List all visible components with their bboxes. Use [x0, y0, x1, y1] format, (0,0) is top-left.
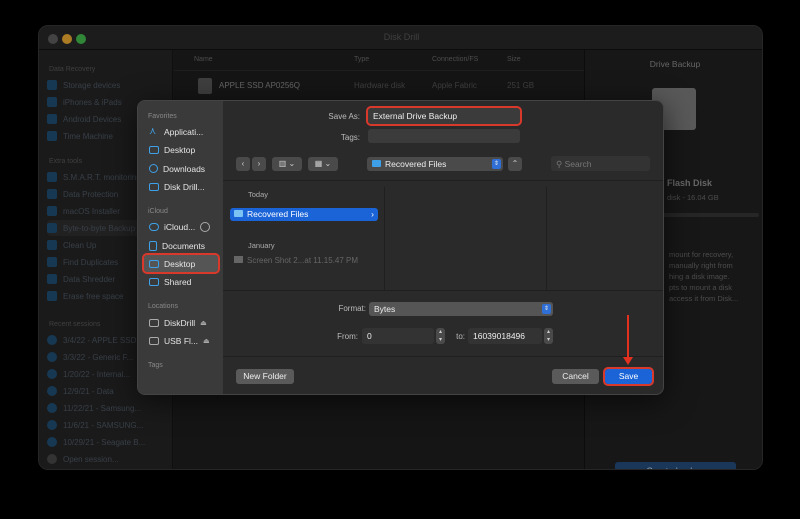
tags-label: Tags: — [340, 133, 360, 142]
image-icon — [234, 256, 243, 263]
from-label: From: — [337, 332, 358, 341]
drive-icon — [149, 336, 159, 345]
to-input[interactable]: 16039018496 — [468, 328, 542, 344]
expand-button[interactable]: ⌃ — [508, 157, 522, 171]
location-popup[interactable]: Recovered Files ⇕ — [367, 157, 503, 171]
drive-icon — [149, 318, 159, 327]
sidebar-downloads[interactable]: Downloads — [144, 160, 218, 177]
sidebar-icloud-drive[interactable]: iCloud... — [144, 218, 218, 235]
sidebar-disk-drill[interactable]: Disk Drill... — [144, 178, 218, 195]
cloud-icon — [149, 222, 159, 231]
folder-icon — [372, 160, 381, 167]
save-as-input[interactable]: External Drive Backup — [366, 106, 522, 126]
format-select[interactable]: Bytes ⇕ — [369, 302, 553, 316]
sidebar-shared[interactable]: Shared — [144, 273, 218, 290]
format-label: Format: — [338, 304, 366, 313]
file-item-screenshot[interactable]: Screen Shot 2...at 11.15.47 PM — [234, 256, 358, 265]
group-title-january: January — [248, 241, 275, 250]
progress-icon — [200, 221, 211, 232]
sidebar-diskdrill-volume[interactable]: DiskDrill ⏏ — [144, 314, 218, 331]
sidebar-desktop[interactable]: Desktop — [144, 141, 218, 158]
group-title-today: Today — [248, 190, 269, 199]
search-icon: ⚲ — [556, 159, 565, 169]
folder-icon — [149, 182, 159, 191]
back-button[interactable]: ‹ — [236, 157, 250, 171]
to-label: to: — [456, 332, 465, 341]
document-icon — [149, 240, 157, 251]
from-input[interactable]: 0 — [362, 328, 434, 344]
applications-icon: ⋏ — [149, 125, 157, 137]
locations-title: Locations — [148, 303, 178, 310]
save-as-label: Save As: — [328, 112, 360, 121]
icloud-title: iCloud — [148, 208, 168, 215]
search-input[interactable]: ⚲ Search — [551, 156, 650, 171]
cancel-button[interactable]: Cancel — [552, 369, 599, 384]
tags-title: Tags — [148, 362, 163, 369]
favorites-title: Favorites — [148, 113, 177, 120]
chevron-right-icon: › — [371, 209, 374, 219]
dialog-sidebar: Favorites ⋏ Applicati... Desktop Download… — [138, 101, 223, 394]
download-icon — [149, 164, 158, 173]
sidebar-applications[interactable]: ⋏ Applicati... — [144, 123, 218, 140]
folder-icon — [234, 210, 243, 217]
annotation-arrow-head-icon — [623, 357, 633, 365]
file-item-recovered-files[interactable]: Recovered Files › — [230, 208, 378, 221]
tags-input[interactable] — [368, 129, 520, 143]
to-stepper[interactable]: ▴ ▾ — [544, 328, 553, 344]
save-button[interactable]: Save — [603, 367, 654, 386]
sidebar-documents[interactable]: Documents — [144, 237, 218, 254]
updown-chevron-icon: ⇕ — [492, 159, 501, 169]
updown-chevron-icon: ⇕ — [542, 304, 551, 314]
save-dialog: Favorites ⋏ Applicati... Desktop Download… — [137, 100, 664, 395]
sidebar-icloud-desktop[interactable]: Desktop — [142, 253, 220, 274]
annotation-arrow-shaft — [627, 315, 629, 359]
column-view-button[interactable]: ▥ ⌄ — [272, 157, 302, 171]
desktop-icon — [149, 259, 159, 268]
group-view-button[interactable]: ▦ ⌄ — [308, 157, 338, 171]
forward-button[interactable]: › — [252, 157, 266, 171]
eject-icon[interactable]: ⏏ — [203, 337, 210, 345]
eject-icon[interactable]: ⏏ — [200, 319, 207, 327]
desktop-icon — [149, 145, 159, 154]
new-folder-button[interactable]: New Folder — [236, 369, 294, 384]
sidebar-usb-flash[interactable]: USB Fl... ⏏ — [144, 332, 218, 349]
shared-folder-icon — [149, 277, 159, 286]
from-stepper[interactable]: ▴ ▾ — [436, 328, 445, 344]
